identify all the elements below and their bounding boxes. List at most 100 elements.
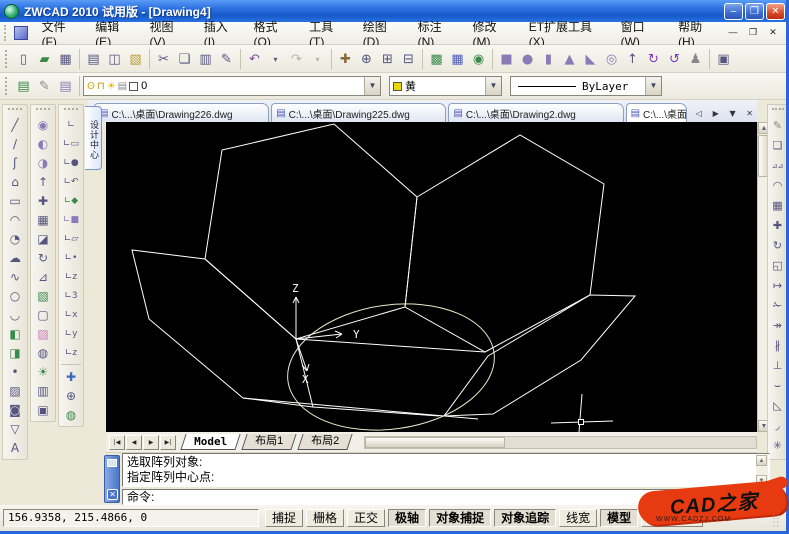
3-point-ucs-button[interactable]: ∟3 bbox=[60, 286, 82, 305]
layer-edit-button[interactable]: ✎ bbox=[34, 76, 55, 96]
solid-cylinder-button[interactable]: ▮ bbox=[538, 49, 559, 69]
interfere-button[interactable]: ▧ bbox=[32, 286, 54, 305]
prev-tab-button[interactable]: ◁ bbox=[691, 106, 706, 122]
extrude-button[interactable]: ↑ bbox=[622, 49, 643, 69]
color-combo[interactable]: 黄 ▼ bbox=[389, 76, 502, 96]
render-manager-button[interactable]: ◉ bbox=[468, 49, 489, 69]
command-dock-bar[interactable]: ✕ bbox=[104, 455, 120, 503]
scene-button[interactable]: ▣ bbox=[32, 400, 54, 419]
arc-button[interactable]: ◠ bbox=[4, 210, 26, 229]
rectangle-button[interactable]: ▭ bbox=[4, 191, 26, 210]
solid-cone-button[interactable]: ▲ bbox=[559, 49, 580, 69]
next-layout-button[interactable]: ▶ bbox=[143, 434, 159, 450]
status-toggle-5[interactable]: 对象捕捉 bbox=[429, 509, 492, 527]
zoom-button[interactable]: ⊕ bbox=[60, 386, 82, 405]
first-layout-button[interactable]: |◀ bbox=[109, 434, 125, 450]
status-toggle-8[interactable]: 模型 bbox=[600, 509, 639, 527]
circle-button[interactable]: ◔ bbox=[4, 229, 26, 248]
point-button[interactable]: • bbox=[4, 362, 26, 381]
ucs-button[interactable]: ∟ bbox=[60, 115, 82, 134]
solid-wedge-button[interactable]: ◣ bbox=[580, 49, 601, 69]
union-button[interactable]: ◉ bbox=[32, 115, 54, 134]
zoom-window-button[interactable]: ⊞ bbox=[377, 49, 398, 69]
maximize-button[interactable]: ❐ bbox=[745, 2, 764, 20]
ellipse-arc-button[interactable]: ◡ bbox=[4, 305, 26, 324]
document-tab-4[interactable]: ▤C:\...\桌面\Dr bbox=[625, 103, 688, 122]
line-button[interactable]: ╱ bbox=[4, 115, 26, 134]
region-button[interactable]: ◙ bbox=[4, 400, 26, 419]
layout-tab-布局1[interactable]: 布局1 bbox=[241, 434, 297, 450]
print-preview-button[interactable]: ◫ bbox=[104, 49, 125, 69]
format-painter-button[interactable]: ✎ bbox=[216, 49, 237, 69]
redo-button[interactable]: ↷ bbox=[286, 49, 307, 69]
command-close-icon[interactable]: ✕ bbox=[107, 489, 118, 500]
cut-button[interactable]: ✂ bbox=[153, 49, 174, 69]
design-center-palette-tab[interactable]: 设计中心 bbox=[85, 106, 102, 170]
copy-object-button[interactable]: ❏ bbox=[768, 135, 787, 155]
drawing-icon[interactable] bbox=[13, 26, 28, 40]
layer-combo[interactable]: ʘ ⊓ ☀ ▤ 0 ▼ bbox=[83, 76, 381, 96]
x-rotate-ucs-button[interactable]: ∟x bbox=[60, 305, 82, 324]
child-minimize-button[interactable]: — bbox=[725, 26, 741, 40]
explode-button[interactable]: ✳ bbox=[768, 435, 787, 455]
z-axis-ucs-button[interactable]: ∟z bbox=[60, 267, 82, 286]
scroll-up-icon[interactable]: ▲ bbox=[756, 455, 767, 466]
minimize-button[interactable]: – bbox=[724, 2, 743, 20]
linetype-combo[interactable]: ByLayer ▼ bbox=[510, 76, 662, 96]
wipeout-button[interactable]: ▽ bbox=[4, 419, 26, 438]
solid-check-button[interactable]: ▢ bbox=[32, 305, 54, 324]
status-toggle-1[interactable]: 捕捉 bbox=[265, 509, 304, 527]
stretch-button[interactable]: ↦ bbox=[768, 275, 787, 295]
orbit-button[interactable]: ◍ bbox=[60, 405, 82, 424]
status-toggle-7[interactable]: 线宽 bbox=[559, 509, 598, 527]
tool-palettes-button[interactable]: ▦ bbox=[447, 49, 468, 69]
view-ucs-button[interactable]: ∟▱ bbox=[60, 229, 82, 248]
origin-ucs-button[interactable]: ∟• bbox=[60, 248, 82, 267]
document-tab-3[interactable]: ▤ C:\...\桌面\Drawing2.dwg bbox=[448, 103, 624, 122]
next-tab-button[interactable]: ▶ bbox=[708, 106, 723, 122]
world-ucs-button[interactable]: ∟● bbox=[60, 153, 82, 172]
last-layout-button[interactable]: ▶| bbox=[160, 434, 176, 450]
scale-button[interactable]: ◱ bbox=[768, 255, 787, 275]
face-ucs-button[interactable]: ∟■ bbox=[60, 210, 82, 229]
undo-dropdown[interactable]: ▾ bbox=[265, 49, 286, 69]
redo-dropdown[interactable]: ▾ bbox=[307, 49, 328, 69]
fillet-button[interactable]: ◞ bbox=[768, 415, 787, 435]
layer-properties-button[interactable]: ▤ bbox=[13, 76, 34, 96]
rotate-3d-button[interactable]: ↻ bbox=[32, 248, 54, 267]
construction-line-button[interactable]: ∕ bbox=[4, 134, 26, 153]
move-button[interactable]: ✚ bbox=[768, 215, 787, 235]
extend-button[interactable]: ↠ bbox=[768, 315, 787, 335]
ellipse-button[interactable]: ○ bbox=[4, 286, 26, 305]
open-button[interactable]: ▰ bbox=[34, 49, 55, 69]
3d-rotate-button[interactable]: ↻ bbox=[643, 49, 664, 69]
pan-realtime-button[interactable]: ✚ bbox=[335, 49, 356, 69]
solid-sphere-button[interactable]: ● bbox=[517, 49, 538, 69]
status-toggle-2[interactable]: 栅格 bbox=[306, 509, 345, 527]
child-restore-button[interactable]: ❐ bbox=[745, 26, 761, 40]
resize-grip[interactable]: ∷ ∷ bbox=[773, 513, 785, 529]
status-toggle-4[interactable]: 极轴 bbox=[388, 509, 427, 527]
offset-button[interactable]: ◠ bbox=[768, 175, 787, 195]
prev-layout-button[interactable]: ◀ bbox=[126, 434, 142, 450]
trim-button[interactable]: ✁ bbox=[768, 295, 787, 315]
mirror-3d-button[interactable]: ⊿ bbox=[32, 267, 54, 286]
print-button[interactable]: ▤ bbox=[83, 49, 104, 69]
break-at-point-button[interactable]: ⊥ bbox=[768, 355, 787, 375]
chevron-down-icon[interactable]: ▼ bbox=[485, 77, 501, 95]
slice-button[interactable]: ◪ bbox=[32, 229, 54, 248]
layout-tab-model[interactable]: Model bbox=[180, 434, 241, 450]
chevron-down-icon[interactable]: ▼ bbox=[645, 77, 661, 95]
chevron-down-icon[interactable]: ▼ bbox=[364, 77, 380, 95]
y-rotate-ucs-button[interactable]: ∟y bbox=[60, 324, 82, 343]
hatch-button[interactable]: ▨ bbox=[4, 381, 26, 400]
zoom-realtime-button[interactable]: ⊕ bbox=[356, 49, 377, 69]
intersect-button[interactable]: ◑ bbox=[32, 153, 54, 172]
paste-button[interactable]: ▥ bbox=[195, 49, 216, 69]
erase-button[interactable]: ✎ bbox=[768, 115, 787, 135]
copy-button[interactable]: ❏ bbox=[174, 49, 195, 69]
scrollbar-thumb[interactable] bbox=[365, 436, 506, 448]
solid-box-button[interactable]: ■ bbox=[496, 49, 517, 69]
zoom-previous-button[interactable]: ⊟ bbox=[398, 49, 419, 69]
rotate-button[interactable]: ↻ bbox=[768, 235, 787, 255]
